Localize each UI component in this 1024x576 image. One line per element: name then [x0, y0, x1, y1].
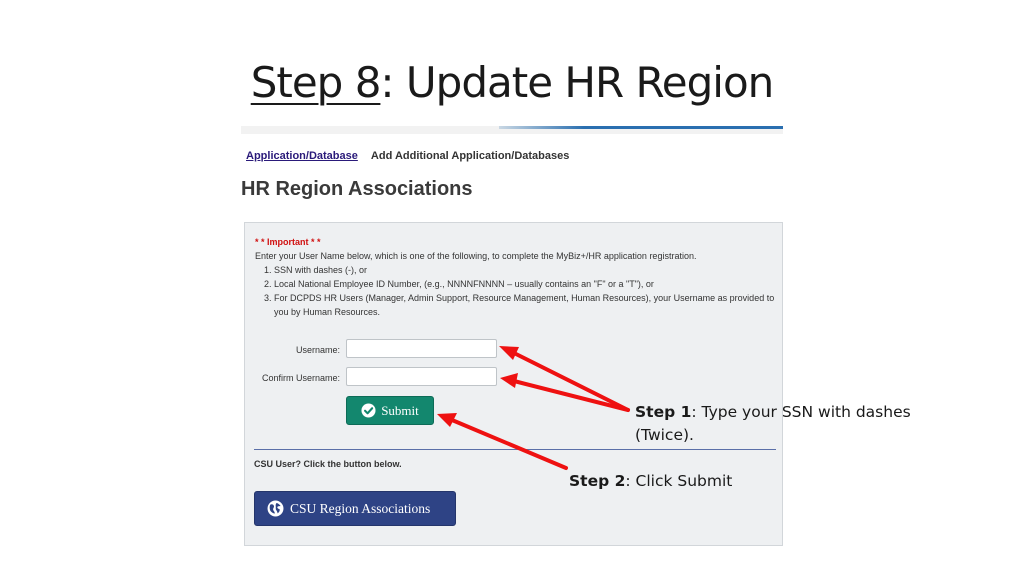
step1-text-line2: (Twice). [635, 426, 694, 444]
globe-icon [267, 500, 284, 517]
step2-text: : Click Submit [625, 472, 733, 490]
nav-item-add-applications[interactable]: Add Additional Application/Databases [371, 150, 569, 162]
step1-callout: Step 1: Type your SSN with dashes (Twice… [635, 401, 911, 447]
step2-callout: Step 2: Click Submit [569, 470, 732, 493]
registration-panel: * * Important * * Enter your User Name b… [244, 222, 783, 546]
slide-title-rest: : Update HR Region [380, 58, 774, 107]
notice-item: Local National Employee ID Number, (e.g.… [274, 277, 775, 291]
nav-bar: Application/Database Add Additional Appl… [246, 150, 569, 162]
step1-text: : Type your SSN with dashes [691, 403, 911, 421]
csu-prompt: CSU User? Click the button below. [254, 459, 402, 469]
notice-item: SSN with dashes (-), or [274, 263, 775, 277]
notice-list: SSN with dashes (-), or Local National E… [255, 263, 775, 319]
slide-title-step: Step 8 [250, 58, 382, 107]
submit-button[interactable]: Submit [346, 396, 434, 425]
important-notice: * * Important * * Enter your User Name b… [255, 235, 775, 319]
check-circle-icon [361, 403, 376, 418]
username-label: Username: [295, 345, 340, 355]
submit-label: Submit [381, 402, 419, 418]
step2-label: Step 2 [569, 472, 626, 490]
top-bar-accent [499, 126, 783, 129]
section-divider [254, 449, 776, 450]
username-input[interactable] [346, 339, 497, 358]
csu-region-button[interactable]: CSU Region Associations [254, 491, 456, 526]
page-heading: HR Region Associations [241, 178, 473, 200]
important-label: * * Important * * [255, 237, 321, 247]
nav-link-application-database[interactable]: Application/Database [246, 150, 358, 162]
notice-intro: Enter your User Name below, which is one… [255, 251, 697, 261]
confirm-username-input[interactable] [346, 367, 497, 386]
csu-button-label: CSU Region Associations [290, 500, 431, 516]
confirm-username-label: Confirm Username: [261, 373, 340, 383]
step1-label: Step 1 [635, 403, 692, 421]
notice-item: For DCPDS HR Users (Manager, Admin Suppo… [274, 291, 775, 319]
slide-title: Step 8: Update HR Region [0, 58, 1024, 107]
